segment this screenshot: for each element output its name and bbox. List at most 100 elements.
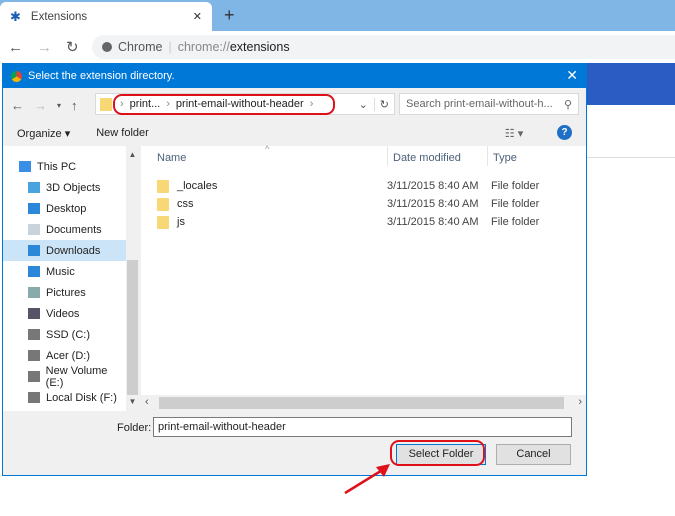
nav-item[interactable]: 3D Objects bbox=[3, 177, 126, 198]
reload-icon[interactable]: ↻ bbox=[66, 38, 79, 56]
url-path: extensions bbox=[229, 40, 290, 54]
back-icon[interactable]: ← bbox=[11, 98, 24, 113]
drive-icon bbox=[28, 371, 40, 382]
nav-item-label: Local Disk (F:) bbox=[46, 391, 117, 404]
url-prefix: chrome:// bbox=[177, 40, 230, 54]
dropdown-icon[interactable]: ⌄ bbox=[359, 98, 368, 111]
file-list: Name ^ Date modified Type _locales 3/11/2… bbox=[141, 144, 586, 411]
folder-input[interactable]: print-email-without-header bbox=[153, 417, 572, 437]
chrome-site-icon bbox=[102, 42, 112, 52]
nav-item-label: 3D Objects bbox=[46, 181, 101, 194]
recent-dropdown-icon[interactable]: ▾ bbox=[57, 101, 61, 110]
picture-icon bbox=[28, 287, 40, 298]
nav-item-label: This PC bbox=[37, 160, 77, 173]
back-icon[interactable]: ← bbox=[8, 39, 23, 56]
folder-picker-dialog: Select the extension directory. ✕ ← → ▾ … bbox=[2, 63, 587, 476]
folder-icon bbox=[157, 179, 169, 193]
navigation-pane: This PC 3D Objects Desktop Documents Downloa… bbox=[3, 146, 139, 411]
music-icon bbox=[28, 266, 40, 277]
annotation-arrow bbox=[344, 464, 390, 495]
column-date-modified[interactable]: Date modified bbox=[387, 146, 461, 166]
file-type: File folder bbox=[491, 198, 540, 210]
cancel-button[interactable]: Cancel bbox=[496, 444, 571, 465]
close-tab-icon[interactable]: ✕ bbox=[193, 10, 202, 23]
folder-icon bbox=[157, 215, 169, 229]
nav-item[interactable]: Documents bbox=[3, 219, 126, 240]
separator: | bbox=[168, 40, 172, 54]
column-name[interactable]: Name bbox=[157, 152, 186, 164]
file-type: File folder bbox=[491, 216, 540, 228]
nav-item[interactable]: New Volume (E:) bbox=[3, 364, 126, 389]
file-name: css bbox=[177, 198, 194, 210]
chrome-logo-icon bbox=[11, 70, 22, 82]
puzzle-icon: ✱ bbox=[10, 8, 21, 24]
annotation-oval-select bbox=[390, 440, 485, 466]
nav-item[interactable]: SSD (C:) bbox=[3, 324, 126, 345]
new-tab-button[interactable]: + bbox=[224, 5, 235, 26]
forward-icon[interactable]: → bbox=[34, 98, 47, 113]
folder-label: Folder: bbox=[117, 422, 152, 434]
nav-item[interactable]: This PC bbox=[3, 156, 126, 177]
file-row[interactable]: _locales 3/11/2015 8:40 AM File folder bbox=[157, 177, 577, 195]
file-date: 3/11/2015 8:40 AM bbox=[387, 180, 479, 192]
nav-scroll-thumb[interactable] bbox=[127, 260, 138, 395]
folder-value: print-email-without-header bbox=[158, 421, 286, 433]
organize-button[interactable]: Organize ▾ bbox=[17, 127, 70, 140]
dialog-title: Select the extension directory. bbox=[28, 70, 175, 82]
nav-item[interactable]: Local Disk (F:) bbox=[3, 387, 126, 408]
search-placeholder: Search print-email-without-h... bbox=[406, 98, 553, 110]
nav-item[interactable]: Pictures bbox=[3, 282, 126, 303]
nav-item[interactable]: Acer (D:) bbox=[3, 345, 126, 366]
nav-item[interactable]: Music bbox=[3, 261, 126, 282]
search-icon: ⚲ bbox=[563, 98, 572, 111]
file-name: js bbox=[177, 216, 185, 228]
nav-item-label: Music bbox=[46, 265, 75, 278]
drive-icon bbox=[28, 329, 40, 340]
file-row[interactable]: js 3/11/2015 8:40 AM File folder bbox=[157, 213, 577, 231]
nav-item-label: New Volume (E:) bbox=[45, 364, 108, 389]
nav-item-label: Desktop bbox=[46, 202, 87, 215]
document-icon bbox=[28, 224, 40, 235]
file-row[interactable]: css 3/11/2015 8:40 AM File folder bbox=[157, 195, 577, 213]
help-icon[interactable]: ? bbox=[557, 125, 572, 140]
view-options-icon[interactable]: ☷ ▾ bbox=[505, 127, 523, 140]
forward-icon[interactable]: → bbox=[37, 39, 52, 56]
nav-item-label: Acer (D:) bbox=[46, 349, 90, 362]
drive-icon bbox=[28, 350, 40, 361]
drive-icon bbox=[28, 392, 40, 403]
file-type: File folder bbox=[491, 180, 540, 192]
download-icon bbox=[28, 245, 40, 256]
omnibox[interactable]: Chrome | chrome://extensions bbox=[92, 35, 675, 59]
nav-item-label: SSD (C:) bbox=[46, 328, 90, 341]
list-scroll-thumb[interactable] bbox=[159, 397, 564, 409]
annotation-oval-breadcrumb bbox=[113, 94, 335, 115]
site-label: Chrome bbox=[118, 40, 163, 54]
nav-item[interactable]: Downloads bbox=[3, 240, 126, 261]
nav-item[interactable]: Videos bbox=[3, 303, 126, 324]
cube-icon bbox=[28, 182, 40, 193]
new-folder-button[interactable]: New folder bbox=[96, 127, 149, 139]
pc-icon bbox=[19, 161, 31, 172]
up-icon[interactable]: ↑ bbox=[71, 98, 78, 113]
nav-item[interactable]: Desktop bbox=[3, 198, 126, 219]
file-date: 3/11/2015 8:40 AM bbox=[387, 198, 479, 210]
dialog-titlebar: Select the extension directory. bbox=[3, 64, 586, 88]
file-date: 3/11/2015 8:40 AM bbox=[387, 216, 479, 228]
folder-icon bbox=[100, 97, 112, 111]
tab-title: Extensions bbox=[30, 10, 88, 23]
nav-item-label: Downloads bbox=[46, 244, 101, 257]
page-header-band bbox=[586, 63, 675, 105]
sort-ascending-icon: ^ bbox=[265, 144, 270, 154]
folder-icon bbox=[157, 197, 169, 211]
nav-item-label: Pictures bbox=[46, 286, 86, 299]
nav-item-label: Documents bbox=[46, 223, 102, 236]
desktop-icon bbox=[28, 203, 40, 214]
file-name: _locales bbox=[177, 180, 218, 192]
refresh-icon[interactable]: ↻ bbox=[373, 97, 394, 111]
search-input[interactable]: Search print-email-without-h... ⚲ bbox=[399, 93, 579, 115]
tab-extensions[interactable]: ✱ Extensions ✕ bbox=[0, 2, 212, 31]
command-bar: Organize ▾ New folder ☷ ▾ bbox=[3, 122, 586, 144]
close-dialog-icon[interactable]: ✕ bbox=[566, 67, 578, 84]
column-type[interactable]: Type bbox=[487, 146, 517, 166]
nav-item-label: Videos bbox=[46, 307, 80, 320]
